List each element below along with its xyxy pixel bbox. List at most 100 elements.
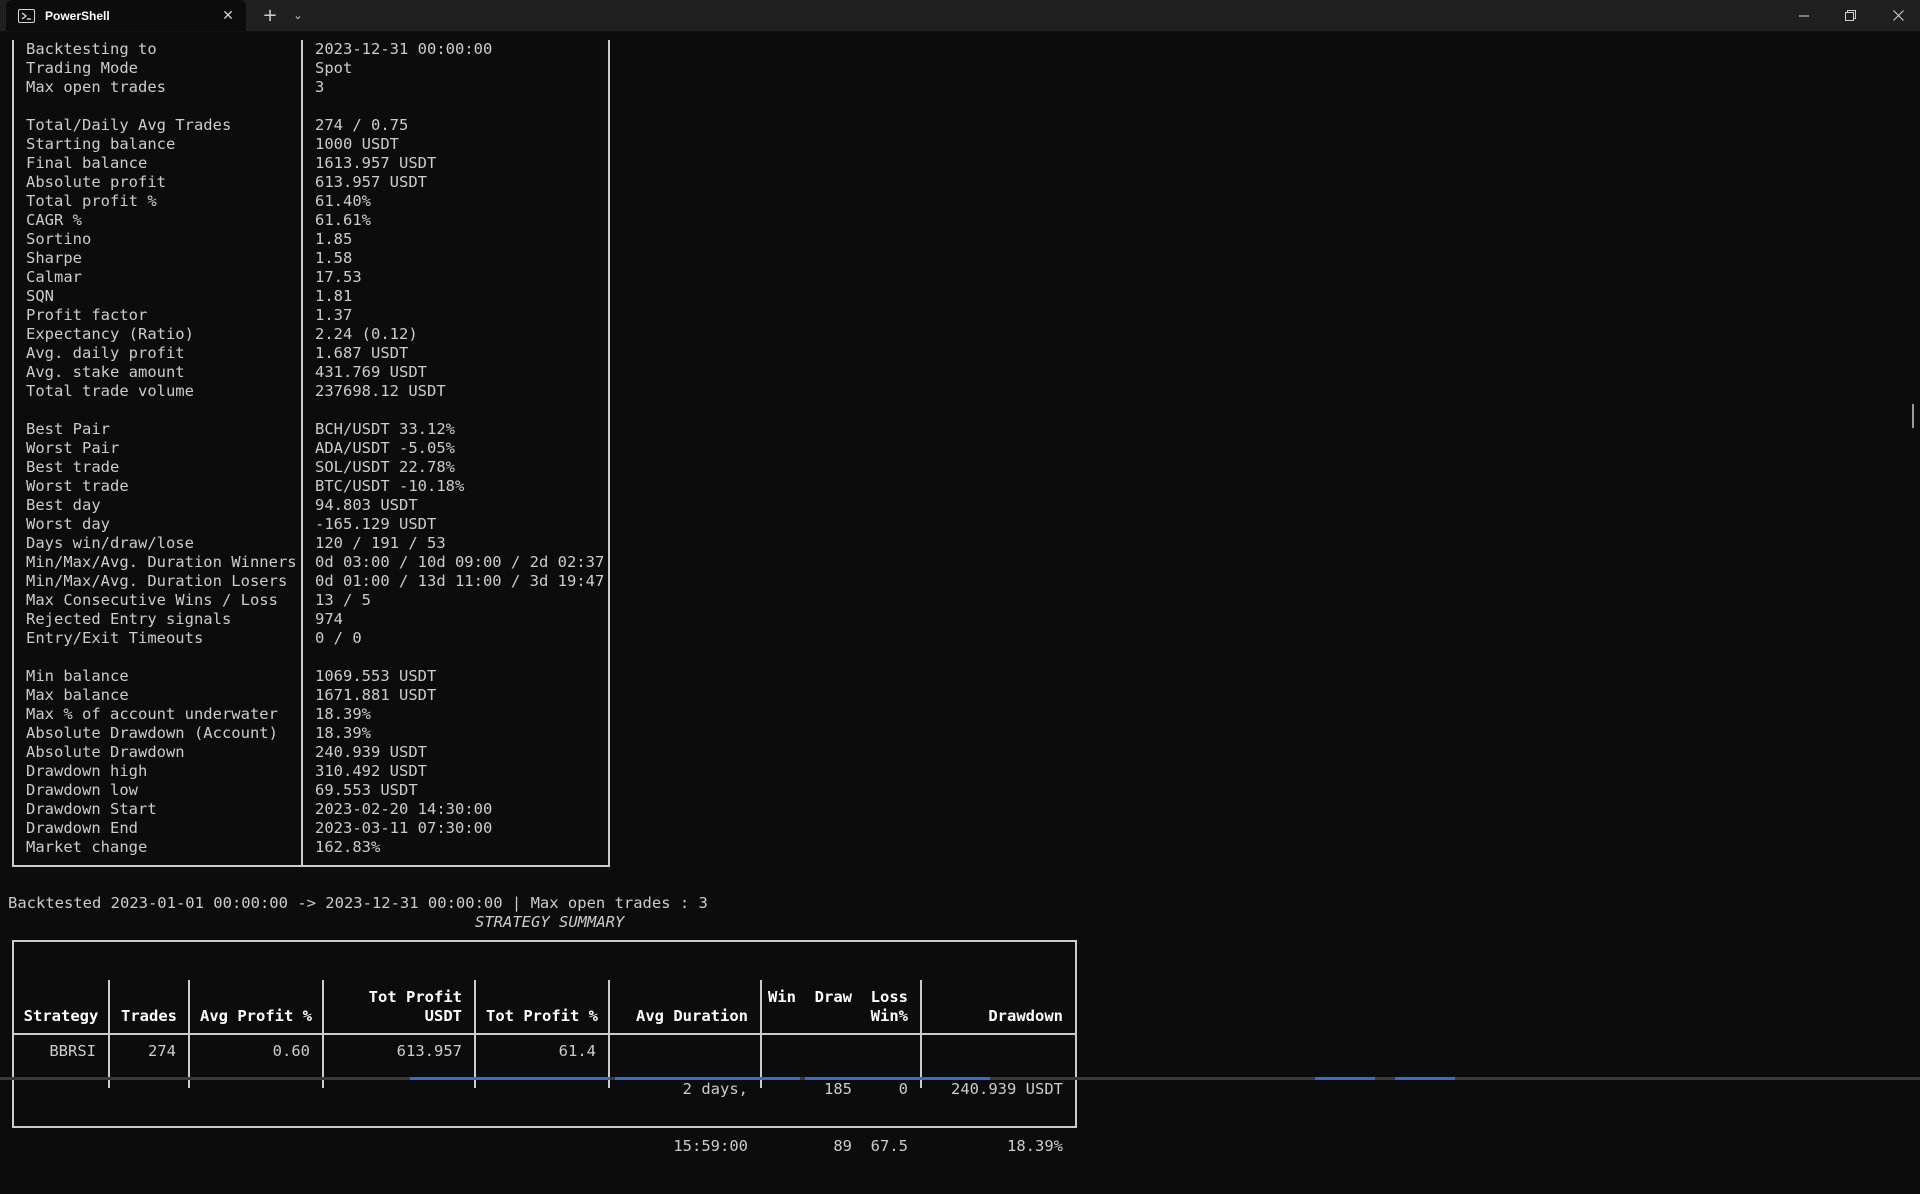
stat-value: 3 <box>315 78 325 96</box>
stat-value: 431.769 USDT <box>315 363 427 381</box>
stat-value: 974 <box>315 610 343 628</box>
stat-value: 2023-02-20 14:30:00 <box>315 800 493 818</box>
stat-value: 17.53 <box>315 268 362 286</box>
strategy-summary-table: Strategy Trades Avg Profit % Tot Profit … <box>12 940 1077 1155</box>
stat-label: Drawdown high <box>26 762 148 780</box>
stat-label: Min/Max/Avg. Duration Losers <box>26 572 288 590</box>
stat-label: Expectancy (Ratio) <box>26 325 194 343</box>
stat-value: 13 / 5 <box>315 591 371 609</box>
cell-avg-profit: 0.60 <box>190 1035 324 1088</box>
header-tot-profit-pct: Tot Profit % <box>476 980 610 1035</box>
stat-value: 1613.957 USDT <box>315 154 437 172</box>
stat-value: 1.37 <box>315 306 353 324</box>
cell-win-draw-loss: 185 0 89 67.5 <box>762 1035 922 1155</box>
stat-value: 0d 03:00 / 10d 09:00 / 2d 02:37 <box>315 553 605 571</box>
stat-label: Days win/draw/lose <box>26 534 194 552</box>
stat-label: Min balance <box>26 667 129 685</box>
cell-trades: 274 <box>110 1035 190 1088</box>
stat-label: Max balance <box>26 686 129 704</box>
stat-label: Starting balance <box>26 135 176 153</box>
stat-label: Max open trades <box>26 78 166 96</box>
close-icon <box>1892 10 1904 21</box>
cell-strategy: BBRSI <box>14 1035 110 1088</box>
stat-label: Max Consecutive Wins / Loss <box>26 591 278 609</box>
maximize-button[interactable] <box>1830 0 1870 31</box>
stat-value: 237698.12 USDT <box>315 382 446 400</box>
stat-label: Best Pair <box>26 420 110 438</box>
stat-value: 162.83% <box>315 838 381 856</box>
header-trades: Trades <box>110 980 190 1035</box>
cell-avg-duration: 2 days, 15:59:00 <box>610 1035 762 1155</box>
stat-label: Trading Mode <box>26 59 138 77</box>
column-divider <box>301 40 303 865</box>
stat-label: Min/Max/Avg. Duration Winners <box>26 553 297 571</box>
stat-label: Max % of account underwater <box>26 705 278 723</box>
stat-value: 18.39% <box>315 705 371 723</box>
stat-value: 18.39% <box>315 724 371 742</box>
cell-drawdown: 240.939 USDT 18.39% <box>951 1080 1063 1155</box>
stat-value: 1069.553 USDT <box>315 667 437 685</box>
backtest-stats-table: Backtesting to 2023-12-31 00:00:00 Trading… <box>12 40 610 867</box>
stat-value: 1.85 <box>315 230 353 248</box>
stat-value: 1.58 <box>315 249 353 267</box>
stat-value: BTC/USDT -10.18% <box>315 477 465 495</box>
header-avg-duration: Avg Duration <box>610 980 762 1035</box>
stat-label: Rejected Entry signals <box>26 610 232 628</box>
header-avg-profit: Avg Profit % <box>190 980 324 1035</box>
stat-label: Absolute Drawdown <box>26 743 185 761</box>
stat-label: Total profit % <box>26 192 157 210</box>
stat-label: Worst Pair <box>26 439 120 457</box>
stat-label: Calmar <box>26 268 82 286</box>
stat-value: 1.81 <box>315 287 353 305</box>
stat-value: 69.553 USDT <box>315 781 418 799</box>
tab-powershell[interactable]: PowerShell ✕ <box>6 0 246 31</box>
stat-value: -165.129 USDT <box>315 515 437 533</box>
stat-value: 2023-12-31 00:00:00 <box>315 40 493 58</box>
new-tab-button[interactable]: + <box>258 0 282 31</box>
chevron-down-icon[interactable]: ⌄ <box>286 0 310 31</box>
stat-label: Drawdown Start <box>26 800 157 818</box>
stat-value: 1.687 USDT <box>315 344 409 362</box>
close-tab-icon[interactable]: ✕ <box>218 7 238 24</box>
stat-label: Total/Daily Avg Trades <box>26 116 232 134</box>
minimize-button[interactable] <box>1784 0 1824 31</box>
stat-label: SQN <box>26 287 54 305</box>
stat-label: Market change <box>26 838 148 856</box>
stat-label: CAGR % <box>26 211 82 229</box>
stat-label: Backtesting to <box>26 40 157 58</box>
stat-value: 613.957 USDT <box>315 173 427 191</box>
stat-label: Best day <box>26 496 101 514</box>
stat-label: Absolute Drawdown (Account) <box>26 724 278 742</box>
stat-label: Sharpe <box>26 249 82 267</box>
stat-value: 0 / 0 <box>315 629 362 647</box>
close-window-button[interactable] <box>1876 0 1920 31</box>
stat-label: Worst day <box>26 515 110 533</box>
scrollbar-thumb[interactable] <box>1912 404 1914 428</box>
stat-value: 61.61% <box>315 211 371 229</box>
header-drawdown: Drawdown <box>922 980 1075 1035</box>
backtest-summary-line: Backtested 2023-01-01 00:00:00 -> 2023-1… <box>8 894 708 912</box>
header-tot-profit-usdt: Tot Profit USDT <box>324 980 476 1035</box>
stat-value: 274 / 0.75 <box>315 116 409 134</box>
stat-label: Best trade <box>26 458 120 476</box>
stat-label: Avg. stake amount <box>26 363 185 381</box>
stat-value: 310.492 USDT <box>315 762 427 780</box>
stat-value: ADA/USDT -5.05% <box>315 439 455 457</box>
header-win-draw-loss: Win Draw Loss Win% <box>762 980 922 1035</box>
strategy-summary-title: STRATEGY SUMMARY <box>475 913 625 931</box>
stat-label: Avg. daily profit <box>26 344 185 362</box>
minimize-icon <box>1799 15 1809 16</box>
terminal-output[interactable]: Backtesting to 2023-12-31 00:00:00 Trading… <box>0 32 1916 1155</box>
stat-value: 94.803 USDT <box>315 496 418 514</box>
stat-value: 120 / 191 / 53 <box>315 534 446 552</box>
stat-label: Entry/Exit Timeouts <box>26 629 204 647</box>
stat-value: Spot <box>315 59 353 77</box>
stat-value: 1000 USDT <box>315 135 399 153</box>
stat-label: Worst trade <box>26 477 129 495</box>
stat-label: Final balance <box>26 154 148 172</box>
stat-value: SOL/USDT 22.78% <box>315 458 455 476</box>
stat-label: Sortino <box>26 230 92 248</box>
stat-value: BCH/USDT 33.12% <box>315 420 455 438</box>
stat-label: Drawdown End <box>26 819 138 837</box>
header-strategy: Strategy <box>14 980 110 1035</box>
